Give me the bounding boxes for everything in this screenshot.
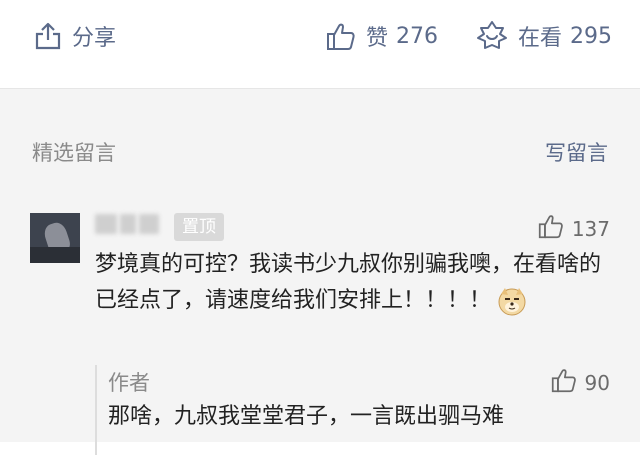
write-comment-link[interactable]: 写留言 xyxy=(545,137,608,167)
comments-section: 精选留言 写留言 置顶 137 梦境真的可控？我读书少九叔你别骗我噢，在看啥的已… xyxy=(0,88,640,455)
reply-like-button[interactable]: 90 xyxy=(551,367,610,398)
like-count: 276 xyxy=(396,23,439,49)
thumbs-up-icon xyxy=(551,367,577,398)
watching-button[interactable]: 在看 295 xyxy=(476,16,612,56)
article-action-bar: 分享 赞 276 在看 295 xyxy=(0,0,640,88)
like-article-button[interactable]: 赞 276 xyxy=(326,16,438,56)
avatar-shadow-shape xyxy=(30,247,80,263)
pinned-badge: 置顶 xyxy=(174,213,224,241)
like-label: 赞 xyxy=(366,26,389,51)
author-reply-divider xyxy=(95,365,97,455)
share-label: 分享 xyxy=(72,26,117,51)
comment-body: 梦境真的可控？我读书少九叔你别骗我噢，在看啥的已经点了，请速度给我们安排上！！！… xyxy=(95,247,615,319)
author-reply-text: 那啥，九叔我堂堂君子，一言既出驷马难 xyxy=(108,404,505,429)
thumbs-up-icon xyxy=(326,21,356,51)
author-reply-label: 作者 xyxy=(108,371,150,395)
watching-count: 295 xyxy=(570,23,613,49)
doge-emoji-icon xyxy=(497,286,527,316)
thumbs-up-icon xyxy=(538,213,564,244)
reply-like-count: 90 xyxy=(584,370,610,395)
watching-star-icon xyxy=(476,20,508,52)
commenter-name-blurred xyxy=(95,211,169,237)
share-button[interactable]: 分享 xyxy=(34,16,116,56)
comment-like-button[interactable]: 137 xyxy=(538,213,610,244)
featured-comments-title: 精选留言 xyxy=(32,141,116,165)
share-icon xyxy=(34,21,62,51)
commenter-avatar[interactable] xyxy=(30,213,80,263)
watching-label: 在看 xyxy=(518,26,563,51)
comment-like-count: 137 xyxy=(571,216,610,241)
